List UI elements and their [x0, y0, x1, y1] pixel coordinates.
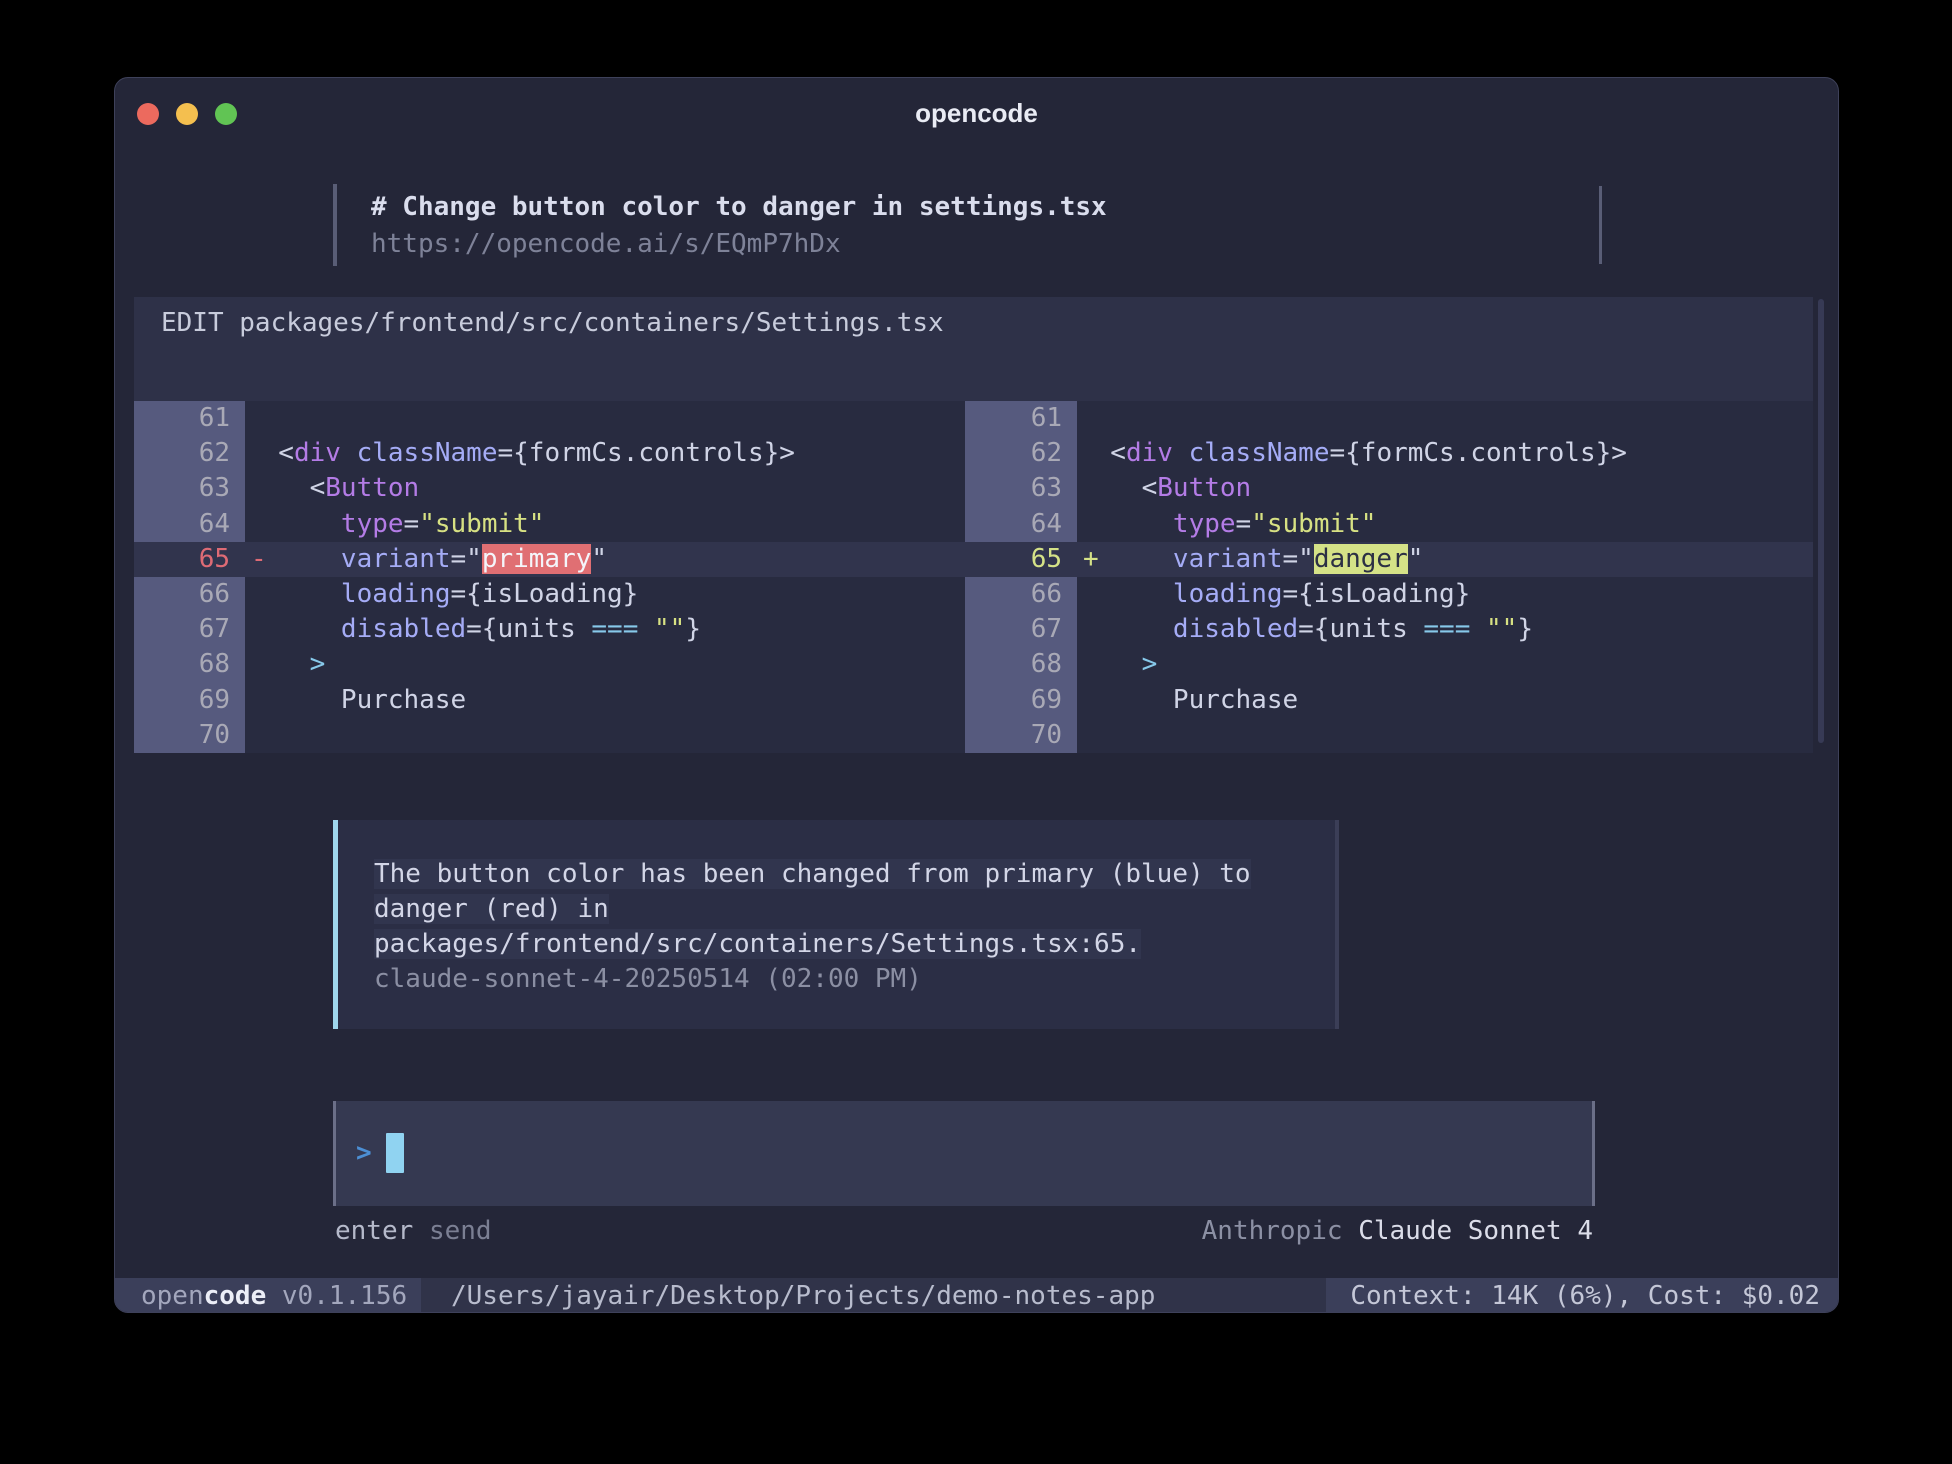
line-number: 62 [134, 436, 245, 471]
titlebar: opencode [115, 78, 1838, 144]
assistant-message-meta: claude-sonnet-4-20250514 (02:00 PM) [374, 962, 1335, 997]
diff-line: 63 <Button [965, 471, 1813, 506]
diff-line: 66 loading={isLoading} [965, 577, 1813, 612]
diff-pane-new: 6162 <div className={formCs.controls}>63… [965, 401, 1813, 753]
status-app-version: opencode v0.1.156 [115, 1278, 421, 1313]
code-line: type="submit" [1077, 507, 1813, 542]
diff-line: 64 type="submit" [134, 507, 965, 542]
diff-line: 67 disabled={units === ""} [134, 612, 965, 647]
line-number: 66 [965, 577, 1077, 612]
line-number: 61 [965, 401, 1077, 436]
diff-line: 70 [965, 718, 1813, 753]
diff-line: 61 [134, 401, 965, 436]
diff-line: 69 Purchase [134, 683, 965, 718]
code-line: type="submit" [245, 507, 965, 542]
line-number: 67 [965, 612, 1077, 647]
code-line: disabled={units === ""} [245, 612, 965, 647]
status-project-path: /Users/jayair/Desktop/Projects/demo-note… [421, 1278, 1326, 1313]
line-number: 68 [134, 647, 245, 682]
model-name: Claude Sonnet 4 [1358, 1216, 1593, 1246]
code-line: > [245, 647, 965, 682]
status-context-cost: Context: 14K (6%), Cost: $0.02 [1326, 1278, 1839, 1313]
edit-diff-panel: EDIT packages/frontend/src/containers/Se… [134, 297, 1813, 753]
line-number: 69 [134, 683, 245, 718]
assistant-message-line: packages/frontend/src/containers/Setting… [374, 927, 1335, 962]
code-line: Purchase [1077, 683, 1813, 718]
line-number: 70 [134, 718, 245, 753]
line-number: 64 [965, 507, 1077, 542]
diff-line: 62 <div className={formCs.controls}> [965, 436, 1813, 471]
diff-line: 64 type="submit" [965, 507, 1813, 542]
user-message: # Change button color to danger in setti… [333, 184, 1602, 266]
code-line [1077, 401, 1813, 436]
code-line: > [1077, 647, 1813, 682]
line-number: 69 [965, 683, 1077, 718]
diff-line: 70 [134, 718, 965, 753]
window-title: opencode [115, 78, 1838, 144]
diff-line: 69 Purchase [965, 683, 1813, 718]
prompt-input[interactable]: > [333, 1101, 1595, 1206]
diff-line: 61 [965, 401, 1813, 436]
opencode-window: opencode # Change button color to danger… [114, 77, 1839, 1313]
diff-scrollbar[interactable] [1818, 299, 1824, 743]
prompt-hint-row: enter send Anthropic Claude Sonnet 4 [333, 1214, 1595, 1248]
code-line: loading={isLoading} [1077, 577, 1813, 612]
code-line: disabled={units === ""} [1077, 612, 1813, 647]
enter-key-hint: enter [335, 1216, 413, 1246]
send-hint: enter send [335, 1214, 492, 1248]
diff-line: 62 <div className={formCs.controls}> [134, 436, 965, 471]
share-url-link[interactable]: https://opencode.ai/s/EQmP7hDx [371, 226, 1602, 263]
diff-line: 67 disabled={units === ""} [965, 612, 1813, 647]
line-number: 65 [134, 542, 245, 577]
line-number: 63 [134, 471, 245, 506]
diff-pane-old: 6162 <div className={formCs.controls}>63… [134, 401, 965, 753]
diff-line: 65- variant="primary" [134, 542, 965, 577]
diff-line: 68 > [965, 647, 1813, 682]
diff-line: 65+ variant="danger" [965, 542, 1813, 577]
prompt-caret-icon: > [356, 1101, 372, 1206]
line-number: 65 [965, 542, 1077, 577]
code-line [1077, 718, 1813, 753]
assistant-message-line: danger (red) in [374, 892, 1335, 927]
code-line: - variant="primary" [245, 542, 965, 577]
status-bar: opencode v0.1.156 /Users/jayair/Desktop/… [115, 1278, 1839, 1313]
removed-sign: - [251, 542, 267, 577]
user-message-title: # Change button color to danger in setti… [371, 189, 1602, 226]
assistant-message: The button color has been changed from p… [333, 820, 1339, 1029]
send-action-hint: send [429, 1216, 492, 1246]
code-line: Purchase [245, 683, 965, 718]
code-line [245, 718, 965, 753]
code-line: + variant="danger" [1077, 542, 1813, 577]
line-number: 63 [965, 471, 1077, 506]
code-line: loading={isLoading} [245, 577, 965, 612]
code-line: <div className={formCs.controls}> [1077, 436, 1813, 471]
line-number: 67 [134, 612, 245, 647]
line-number: 70 [965, 718, 1077, 753]
diff-line: 66 loading={isLoading} [134, 577, 965, 612]
line-number: 64 [134, 507, 245, 542]
code-line: <Button [245, 471, 965, 506]
line-number: 68 [965, 647, 1077, 682]
code-line: <div className={formCs.controls}> [245, 436, 965, 471]
diff-view: 6162 <div className={formCs.controls}>63… [134, 401, 1813, 753]
added-sign: + [1083, 542, 1099, 577]
diff-line: 63 <Button [134, 471, 965, 506]
code-line [245, 401, 965, 436]
edit-file-label: EDIT packages/frontend/src/containers/Se… [134, 297, 1813, 340]
model-indicator[interactable]: Anthropic Claude Sonnet 4 [1202, 1214, 1593, 1248]
line-number: 61 [134, 401, 245, 436]
line-number: 66 [134, 577, 245, 612]
text-cursor [386, 1133, 404, 1173]
assistant-message-line: The button color has been changed from p… [374, 857, 1335, 892]
diff-line: 68 > [134, 647, 965, 682]
provider-name: Anthropic [1202, 1216, 1343, 1246]
code-line: <Button [1077, 471, 1813, 506]
line-number: 62 [965, 436, 1077, 471]
